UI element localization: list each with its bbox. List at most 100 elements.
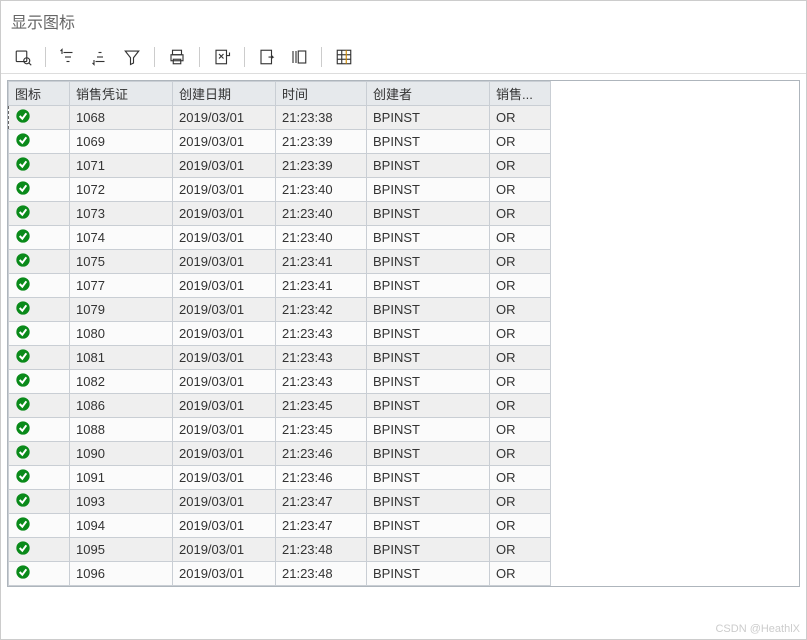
- col-date[interactable]: 创建日期: [173, 82, 276, 106]
- table-header-row[interactable]: 图标 销售凭证 创建日期 时间 创建者 销售...: [9, 82, 551, 106]
- table-row[interactable]: 10862019/03/0121:23:45BPINSTOR: [9, 394, 551, 418]
- export-excel-icon[interactable]: [212, 47, 232, 67]
- cell-type: OR: [490, 154, 551, 178]
- status-ok-icon: [9, 298, 70, 322]
- cell-type: OR: [490, 274, 551, 298]
- cell-type: OR: [490, 298, 551, 322]
- cell-doc: 1086: [70, 394, 173, 418]
- cell-creator: BPINST: [367, 322, 490, 346]
- cell-creator: BPINST: [367, 346, 490, 370]
- cell-creator: BPINST: [367, 490, 490, 514]
- table-row[interactable]: 10912019/03/0121:23:46BPINSTOR: [9, 466, 551, 490]
- cell-doc: 1069: [70, 130, 173, 154]
- cell-time: 21:23:46: [276, 466, 367, 490]
- cell-creator: BPINST: [367, 250, 490, 274]
- cell-creator: BPINST: [367, 466, 490, 490]
- cell-type: OR: [490, 322, 551, 346]
- cell-creator: BPINST: [367, 538, 490, 562]
- export-file-icon[interactable]: [257, 47, 277, 67]
- status-ok-icon: [9, 562, 70, 586]
- cell-date: 2019/03/01: [173, 322, 276, 346]
- toolbar: [1, 41, 806, 74]
- cell-date: 2019/03/01: [173, 106, 276, 130]
- table-row[interactable]: 10802019/03/0121:23:43BPINSTOR: [9, 322, 551, 346]
- sort-asc-icon[interactable]: [58, 47, 78, 67]
- sort-desc-icon[interactable]: [90, 47, 110, 67]
- cell-creator: BPINST: [367, 226, 490, 250]
- cell-doc: 1090: [70, 442, 173, 466]
- table-row[interactable]: 10752019/03/0121:23:41BPINSTOR: [9, 250, 551, 274]
- col-icon[interactable]: 图标: [9, 82, 70, 106]
- status-ok-icon: [9, 514, 70, 538]
- col-time[interactable]: 时间: [276, 82, 367, 106]
- separator: [244, 47, 245, 67]
- cell-type: OR: [490, 418, 551, 442]
- status-ok-icon: [9, 106, 70, 130]
- table-row[interactable]: 10772019/03/0121:23:41BPINSTOR: [9, 274, 551, 298]
- cell-date: 2019/03/01: [173, 490, 276, 514]
- cell-time: 21:23:43: [276, 322, 367, 346]
- table-row[interactable]: 10692019/03/0121:23:39BPINSTOR: [9, 130, 551, 154]
- cell-time: 21:23:48: [276, 538, 367, 562]
- cell-creator: BPINST: [367, 298, 490, 322]
- cell-creator: BPINST: [367, 274, 490, 298]
- cell-time: 21:23:38: [276, 106, 367, 130]
- print-icon[interactable]: [167, 47, 187, 67]
- table-row[interactable]: 10952019/03/0121:23:48BPINSTOR: [9, 538, 551, 562]
- cell-doc: 1073: [70, 202, 173, 226]
- col-creator[interactable]: 创建者: [367, 82, 490, 106]
- detail-icon[interactable]: [13, 47, 33, 67]
- cell-type: OR: [490, 130, 551, 154]
- cell-doc: 1079: [70, 298, 173, 322]
- cell-creator: BPINST: [367, 370, 490, 394]
- page-title: 显示图标: [1, 1, 806, 41]
- table-row[interactable]: 10822019/03/0121:23:43BPINSTOR: [9, 370, 551, 394]
- table-row[interactable]: 10962019/03/0121:23:48BPINSTOR: [9, 562, 551, 586]
- cell-date: 2019/03/01: [173, 298, 276, 322]
- cell-time: 21:23:39: [276, 130, 367, 154]
- cell-doc: 1068: [70, 106, 173, 130]
- table-row[interactable]: 10722019/03/0121:23:40BPINSTOR: [9, 178, 551, 202]
- layout-icon[interactable]: [289, 47, 309, 67]
- cell-time: 21:23:41: [276, 274, 367, 298]
- table-row[interactable]: 10792019/03/0121:23:42BPINSTOR: [9, 298, 551, 322]
- cell-time: 21:23:43: [276, 370, 367, 394]
- cell-time: 21:23:41: [276, 250, 367, 274]
- cell-doc: 1072: [70, 178, 173, 202]
- cell-type: OR: [490, 514, 551, 538]
- result-table[interactable]: 图标 销售凭证 创建日期 时间 创建者 销售... 10682019/03/01…: [7, 80, 800, 587]
- cell-doc: 1093: [70, 490, 173, 514]
- cell-time: 21:23:47: [276, 490, 367, 514]
- col-sales-type[interactable]: 销售...: [490, 82, 551, 106]
- cell-doc: 1095: [70, 538, 173, 562]
- table-row[interactable]: 10712019/03/0121:23:39BPINSTOR: [9, 154, 551, 178]
- grid-settings-icon[interactable]: [334, 47, 354, 67]
- table-row[interactable]: 10812019/03/0121:23:43BPINSTOR: [9, 346, 551, 370]
- col-sales-doc[interactable]: 销售凭证: [70, 82, 173, 106]
- table-row[interactable]: 10902019/03/0121:23:46BPINSTOR: [9, 442, 551, 466]
- status-ok-icon: [9, 466, 70, 490]
- cell-doc: 1074: [70, 226, 173, 250]
- status-ok-icon: [9, 250, 70, 274]
- cell-date: 2019/03/01: [173, 394, 276, 418]
- filter-icon[interactable]: [122, 47, 142, 67]
- table-row[interactable]: 10882019/03/0121:23:45BPINSTOR: [9, 418, 551, 442]
- table-row[interactable]: 10932019/03/0121:23:47BPINSTOR: [9, 490, 551, 514]
- table-row[interactable]: 10742019/03/0121:23:40BPINSTOR: [9, 226, 551, 250]
- cell-doc: 1071: [70, 154, 173, 178]
- cell-creator: BPINST: [367, 178, 490, 202]
- table-row[interactable]: 10732019/03/0121:23:40BPINSTOR: [9, 202, 551, 226]
- status-ok-icon: [9, 154, 70, 178]
- cell-type: OR: [490, 562, 551, 586]
- table-row[interactable]: 10942019/03/0121:23:47BPINSTOR: [9, 514, 551, 538]
- cell-type: OR: [490, 370, 551, 394]
- cell-date: 2019/03/01: [173, 562, 276, 586]
- cell-date: 2019/03/01: [173, 202, 276, 226]
- table-row[interactable]: 10682019/03/0121:23:38BPINSTOR: [9, 106, 551, 130]
- cell-date: 2019/03/01: [173, 250, 276, 274]
- separator: [199, 47, 200, 67]
- cell-time: 21:23:39: [276, 154, 367, 178]
- cell-type: OR: [490, 202, 551, 226]
- cell-type: OR: [490, 466, 551, 490]
- cell-doc: 1077: [70, 274, 173, 298]
